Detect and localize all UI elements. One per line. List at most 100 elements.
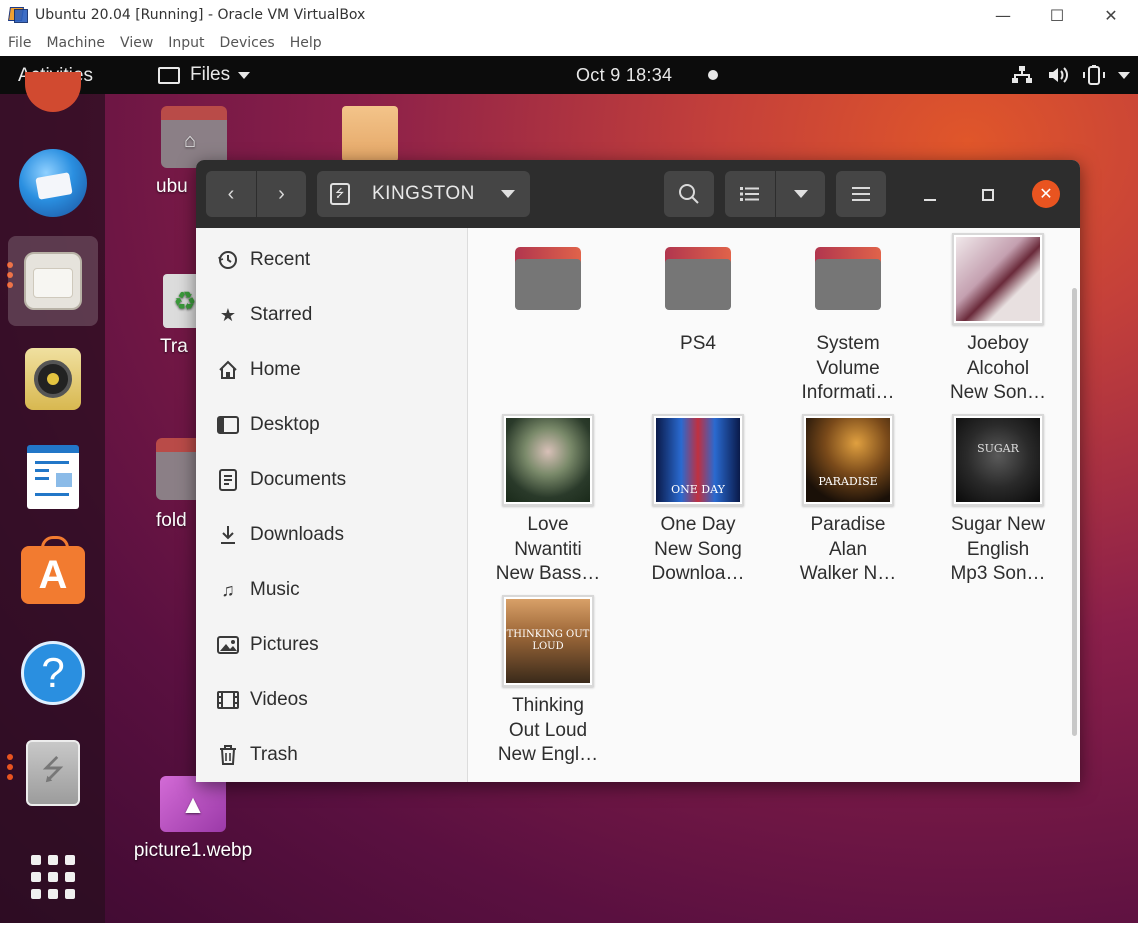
item-label: System Volume Informati…: [801, 333, 895, 403]
places-sidebar: Recent ★ Starred Home Desktop Documents …: [196, 228, 468, 782]
menu-input[interactable]: Input: [168, 35, 204, 51]
clock[interactable]: Oct 9 18:34: [576, 65, 672, 86]
usb-drive-icon: ⭍: [330, 183, 350, 205]
help-launcher[interactable]: ?: [8, 628, 98, 718]
video-icon: [216, 688, 240, 712]
forward-button[interactable]: ›: [257, 171, 306, 217]
sidebar-item-label: Videos: [250, 689, 308, 710]
hamburger-menu-icon: [852, 187, 870, 201]
close-button[interactable]: ✕: [1084, 0, 1138, 30]
usb-drive-launcher[interactable]: ⭍: [8, 728, 98, 818]
item-label: Joeboy Alcohol New Son…: [949, 333, 1047, 403]
vbox-titlebar: Ubuntu 20.04 [Running] - Oracle VM Virtu…: [0, 0, 1138, 30]
show-applications-button[interactable]: [8, 832, 98, 922]
folder-icon: [158, 66, 180, 84]
grid-item-sugar[interactable]: SUGAR Sugar New English Mp3 Son…: [923, 413, 1073, 587]
image-thumbnail: [502, 414, 594, 506]
chevron-down-icon: [238, 71, 251, 79]
sidebar-item-starred[interactable]: ★ Starred: [196, 291, 468, 339]
sidebar-item-home[interactable]: Home: [196, 346, 468, 394]
chevron-down-icon: [500, 190, 515, 198]
scrollbar[interactable]: [1072, 288, 1077, 736]
files-icon: [24, 252, 82, 310]
sidebar-item-documents[interactable]: Documents: [196, 456, 468, 504]
item-label: Paradise Alan Walker N…: [799, 514, 897, 584]
sidebar-item-videos[interactable]: Videos: [196, 676, 468, 724]
search-button[interactable]: [664, 171, 714, 217]
folder-icon: [665, 247, 731, 310]
partial-app-icon[interactable]: [25, 72, 81, 112]
menu-devices[interactable]: Devices: [220, 35, 275, 51]
thunderbird-launcher[interactable]: [8, 138, 98, 228]
sidebar-item-music[interactable]: ♫ Music: [196, 566, 468, 614]
thunderbird-icon: [19, 149, 87, 217]
virtualbox-logo-icon: [8, 5, 29, 25]
grid-item-thinking-out-loud[interactable]: THINKING OUT LOUD Thinking Out Loud New En…: [473, 594, 623, 768]
writer-document-icon: [27, 445, 79, 509]
sidebar-item-label: Home: [250, 359, 301, 380]
ubuntu-desktop: Activities Files Oct 9 18:34: [0, 56, 1138, 923]
grid-item-system-volume-information[interactable]: System Volume Informati…: [773, 232, 923, 406]
rhythmbox-launcher[interactable]: [8, 334, 98, 424]
usb-icon: ⭍: [26, 740, 80, 806]
list-view-icon: [740, 187, 759, 201]
view-toggle-button[interactable]: [725, 171, 775, 217]
libreoffice-writer-launcher[interactable]: [8, 432, 98, 522]
folder-icon: [515, 247, 581, 310]
item-label: PS4: [680, 333, 716, 354]
view-options-button[interactable]: [776, 171, 825, 217]
menu-file[interactable]: File: [8, 35, 31, 51]
sidebar-item-label: Downloads: [250, 524, 344, 545]
file-grid: PS4 System Volume Informati… Joeboy Alcohol…: [468, 228, 1080, 782]
document-icon: [216, 468, 240, 492]
grid-item-ps4[interactable]: PS4: [623, 232, 773, 357]
location-label: KINGSTON: [372, 183, 475, 204]
sidebar-item-label: Trash: [250, 744, 298, 765]
vbox-menubar: File Machine View Input Devices Help: [0, 30, 1138, 56]
music-icon: ♫: [221, 579, 235, 600]
download-icon: [216, 523, 240, 547]
desktop-archive[interactable]: [340, 106, 400, 162]
sidebar-item-label: Desktop: [250, 414, 320, 435]
app-menu-button[interactable]: Files: [158, 64, 251, 86]
system-status-menu[interactable]: [1010, 64, 1130, 86]
grid-item-paradise-alan-walker[interactable]: PARADISE Paradise Alan Walker N…: [773, 413, 923, 587]
grid-icon: [31, 855, 75, 899]
grid-item-one-day[interactable]: ONE DAY One Day New Song Downloa…: [623, 413, 773, 587]
files-launcher[interactable]: [8, 236, 98, 326]
sidebar-item-label: Starred: [250, 304, 313, 325]
network-icon: [1010, 64, 1034, 86]
sidebar-item-desktop[interactable]: Desktop: [196, 401, 468, 449]
sidebar-item-pictures[interactable]: Pictures: [196, 621, 468, 669]
sidebar-item-trash[interactable]: Trash: [196, 731, 468, 779]
maximize-button[interactable]: ☐: [1030, 0, 1084, 30]
files-headerbar: ‹ › ⭍ KINGSTON ✕: [196, 160, 1080, 228]
notification-dot-icon: [708, 70, 718, 80]
back-button[interactable]: ‹: [206, 171, 256, 217]
window-close-button[interactable]: ✕: [1032, 180, 1060, 208]
grid-item-love-nwantiti[interactable]: Love Nwantiti New Bass…: [473, 413, 623, 587]
home-icon: [216, 358, 240, 382]
sidebar-item-downloads[interactable]: Downloads: [196, 511, 468, 559]
help-icon: ?: [21, 641, 85, 705]
grid-item-folder[interactable]: [473, 232, 623, 326]
close-icon: ✕: [1039, 186, 1053, 203]
sidebar-item-recent[interactable]: Recent: [196, 236, 468, 284]
menu-view[interactable]: View: [120, 35, 153, 51]
minimize-button[interactable]: —: [976, 0, 1030, 30]
star-icon: ★: [219, 304, 237, 325]
window-minimize-button[interactable]: [916, 181, 944, 209]
main-menu-button[interactable]: [836, 171, 886, 217]
grid-item-joeboy-alcohol[interactable]: Joeboy Alcohol New Son…: [923, 232, 1073, 406]
menu-machine[interactable]: Machine: [46, 35, 105, 51]
ubuntu-software-launcher[interactable]: A: [8, 530, 98, 620]
menu-help[interactable]: Help: [290, 35, 322, 51]
speaker-icon: [25, 348, 81, 410]
chevron-left-icon: ‹: [227, 182, 235, 205]
status-strip: [0, 923, 1138, 928]
chevron-right-icon: ›: [278, 182, 285, 205]
sidebar-item-label: Music: [250, 579, 300, 600]
location-button[interactable]: ⭍ KINGSTON: [317, 171, 530, 217]
window-maximize-button[interactable]: [974, 181, 1002, 209]
desktop-picture-file[interactable]: ▲ picture1.webp: [120, 776, 266, 862]
